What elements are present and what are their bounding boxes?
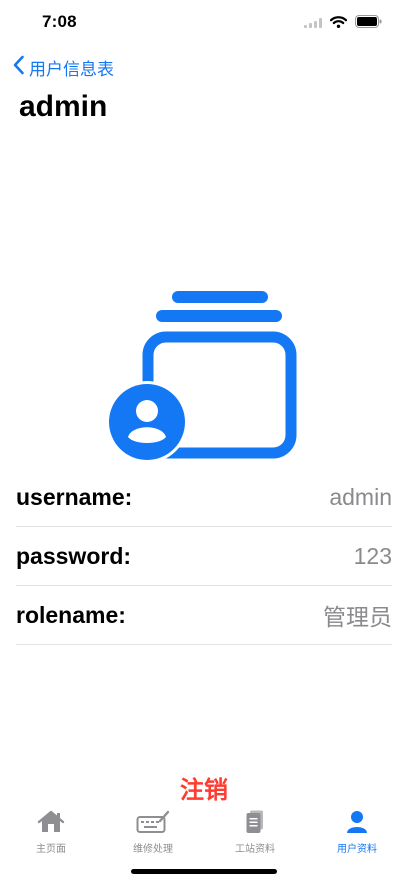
rolename-row: rolename: 管理员 (16, 586, 392, 645)
password-row: password: 123 (16, 527, 392, 586)
tab-station-label: 工站资料 (235, 844, 275, 855)
user-cards-icon (104, 286, 304, 466)
person-icon (346, 809, 368, 835)
username-value: admin (329, 483, 392, 510)
username-row: username: admin (16, 468, 392, 527)
logout-button[interactable]: 注销 (0, 770, 408, 805)
status-indicators (304, 15, 382, 33)
tab-station[interactable]: 工站资料 (204, 805, 306, 855)
tab-user[interactable]: 用户资料 (306, 805, 408, 855)
tab-repair[interactable]: 维修处理 (102, 805, 204, 855)
status-time: 7:08 (42, 12, 77, 31)
rolename-label: rolename: (16, 601, 126, 628)
password-value: 123 (353, 542, 392, 569)
house-icon (37, 809, 65, 835)
password-label: password: (16, 542, 132, 569)
back-button-label: 用户信息表 (29, 60, 114, 79)
username-label: username: (16, 483, 133, 510)
chevron-left-icon (12, 55, 25, 80)
user-info-list: username: admin password: 123 rolename: … (16, 468, 392, 645)
tab-bar: 主页面 维修处理 工站资料 用户资料 (0, 805, 408, 855)
rolename-value: 管理员 (323, 604, 392, 630)
wifi-icon (329, 15, 348, 33)
status-bar: 7:08 (0, 0, 408, 46)
home-indicator[interactable] (131, 869, 277, 874)
back-button[interactable]: 用户信息表 (12, 55, 114, 80)
battery-icon (355, 15, 382, 33)
cellular-signal-icon (304, 15, 322, 33)
page-title: admin (19, 90, 108, 123)
tab-home-label: 主页面 (36, 844, 66, 855)
tab-home[interactable]: 主页面 (0, 805, 102, 855)
tab-user-label: 用户资料 (337, 844, 377, 855)
keyboard-pencil-icon (136, 809, 170, 835)
document-icon (245, 809, 265, 835)
tab-repair-label: 维修处理 (133, 844, 173, 855)
